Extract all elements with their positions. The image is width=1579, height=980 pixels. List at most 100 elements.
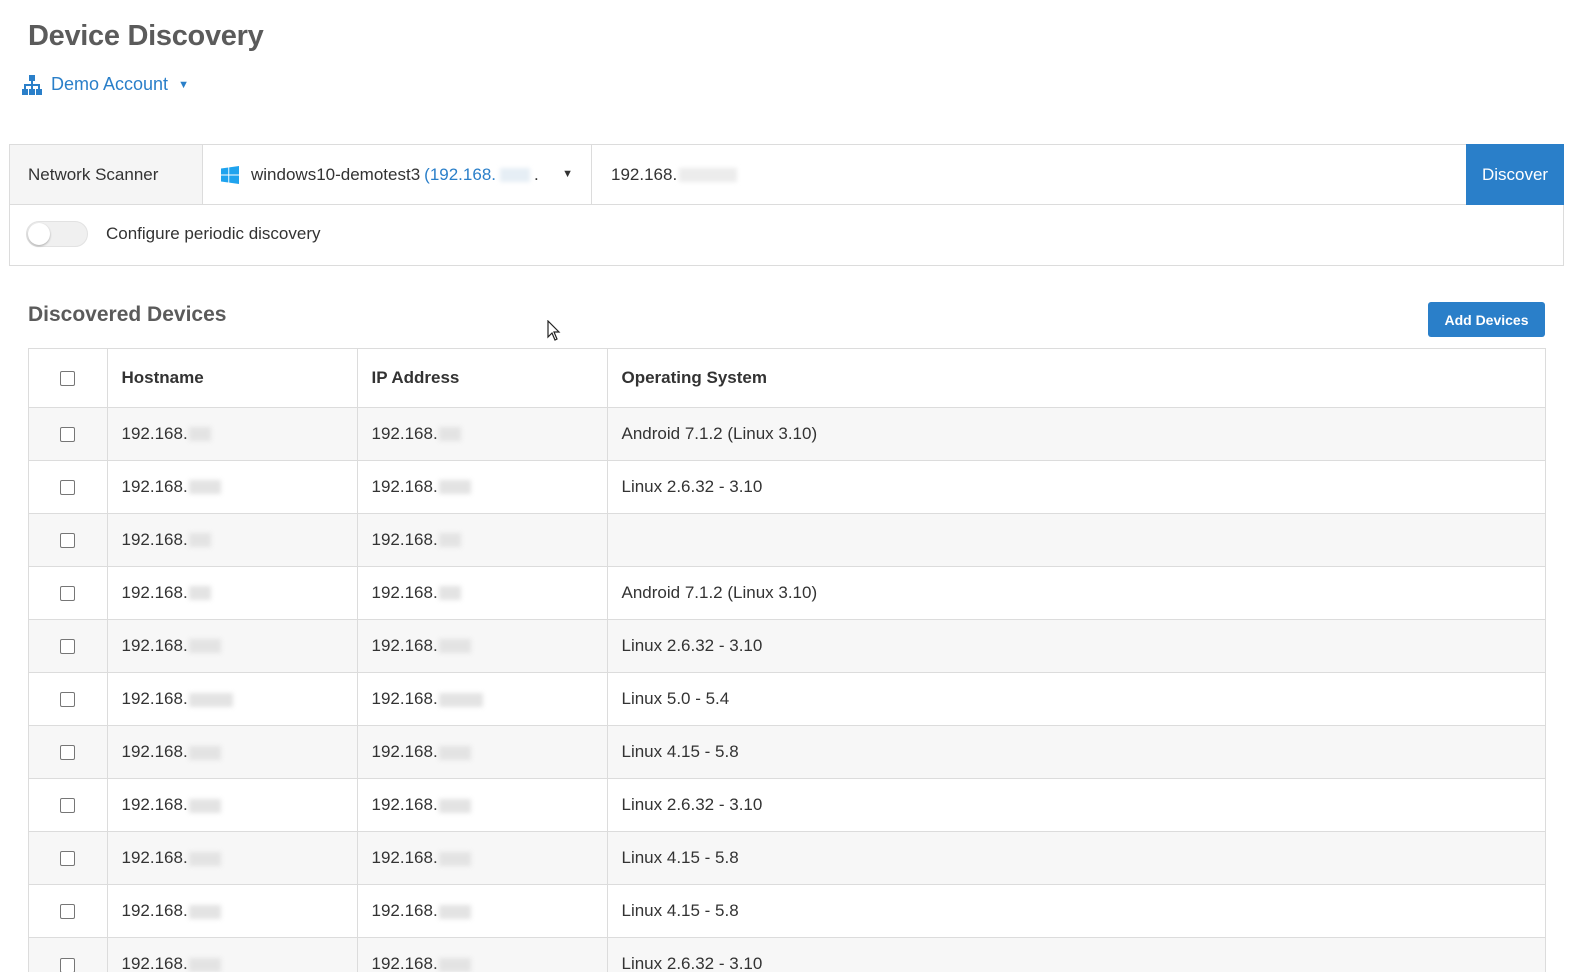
- os-cell: Linux 5.0 - 5.4: [607, 672, 1545, 727]
- table-row[interactable]: 192.168. 192.168. Linux 2.6.32 - 3.10: [29, 619, 1545, 673]
- ip-cell: 192.168.: [357, 884, 608, 939]
- redacted-mask: [438, 586, 461, 601]
- redacted-mask: [438, 958, 471, 972]
- os-cell: Android 7.1.2 (Linux 3.10): [607, 407, 1545, 461]
- ip-cell: 192.168.: [357, 831, 608, 886]
- row-checkbox[interactable]: [60, 692, 76, 708]
- hostname-cell: 192.168.: [107, 778, 358, 833]
- redacted-mask: [438, 427, 461, 442]
- ip-text: 192.168.: [371, 635, 438, 655]
- scanner-label: Network Scanner: [10, 145, 203, 204]
- row-select-cell: [29, 566, 108, 620]
- ip-text: 192.168.: [371, 476, 438, 496]
- agent-select[interactable]: windows10-demotest3 (192.168. . ▼: [203, 145, 592, 204]
- table-row[interactable]: 192.168. 192.168. Android 7.1.2 (Linux 3.1…: [29, 566, 1545, 620]
- ip-cell: 192.168.: [357, 937, 608, 972]
- row-checkbox[interactable]: [60, 479, 76, 495]
- ip-text: 192.168.: [371, 529, 438, 549]
- os-cell: [607, 513, 1545, 567]
- redacted-mask: [438, 798, 471, 813]
- hostname-text: 192.168.: [121, 582, 188, 602]
- os-cell: Linux 4.15 - 5.8: [607, 831, 1545, 886]
- column-ip-address[interactable]: IP Address: [357, 349, 608, 408]
- row-checkbox[interactable]: [60, 426, 76, 442]
- redacted-mask: [438, 533, 461, 548]
- hostname-cell: 192.168.: [107, 407, 358, 461]
- table-row[interactable]: 192.168. 192.168. Linux 4.15 - 5.8: [29, 831, 1545, 886]
- ip-cell: 192.168.: [357, 672, 608, 727]
- hostname-cell: 192.168.: [107, 884, 358, 939]
- redacted-mask: [188, 745, 221, 760]
- ip-range-value: 192.168.: [611, 164, 678, 184]
- hostname-text: 192.168.: [121, 954, 188, 972]
- add-devices-button[interactable]: Add Devices: [1428, 302, 1545, 337]
- scanner-row: Network Scanner windows10-demotest3 (192…: [10, 144, 1564, 205]
- table-row[interactable]: 192.168. 192.168. Linux 2.6.32 - 3.10: [29, 460, 1545, 514]
- periodic-discovery-toggle[interactable]: [26, 221, 88, 247]
- ip-cell: 192.168.: [357, 725, 608, 780]
- windows-icon: [221, 165, 239, 184]
- ip-cell: 192.168.: [357, 778, 608, 833]
- table-row[interactable]: 192.168. 192.168. Linux 2.6.32 - 3.10: [29, 778, 1545, 833]
- row-checkbox[interactable]: [60, 745, 76, 761]
- row-checkbox[interactable]: [60, 904, 76, 920]
- hostname-cell: 192.168.: [107, 619, 358, 673]
- row-select-cell: [29, 513, 108, 567]
- discover-button[interactable]: Discover: [1466, 144, 1564, 205]
- table-row[interactable]: 192.168. 192.168. Linux 4.15 - 5.8: [29, 884, 1545, 939]
- account-selector[interactable]: Demo Account ▼: [21, 74, 189, 95]
- row-select-cell: [29, 778, 108, 833]
- ip-range-input[interactable]: 192.168.: [592, 145, 1466, 204]
- hostname-text: 192.168.: [121, 476, 188, 496]
- caret-down-icon: ▼: [178, 78, 189, 91]
- account-label: Demo Account: [51, 74, 169, 94]
- ip-text: 192.168.: [371, 954, 438, 972]
- column-operating-system[interactable]: Operating System: [607, 349, 1545, 408]
- ip-cell: 192.168.: [357, 513, 608, 567]
- table-row[interactable]: 192.168. 192.168. Linux 5.0 - 5.4: [29, 672, 1545, 727]
- select-all-checkbox[interactable]: [60, 370, 76, 386]
- ip-cell: 192.168.: [357, 407, 608, 461]
- hostname-text: 192.168.: [121, 689, 188, 709]
- row-select-cell: [29, 937, 108, 972]
- hostname-cell: 192.168.: [107, 725, 358, 780]
- mouse-cursor-icon: [547, 320, 561, 341]
- page-title: Device Discovery: [28, 20, 264, 52]
- hostname-text: 192.168.: [121, 848, 188, 868]
- table-row[interactable]: 192.168. 192.168. Android 7.1.2 (Linux 3.1…: [29, 407, 1545, 461]
- hostname-text: 192.168.: [121, 529, 188, 549]
- ip-text: 192.168.: [371, 742, 438, 762]
- row-checkbox[interactable]: [60, 638, 76, 654]
- ip-text: 192.168.: [371, 795, 438, 815]
- chevron-down-icon: ▼: [562, 168, 573, 180]
- ip-cell: 192.168.: [357, 619, 608, 673]
- table-row[interactable]: 192.168. 192.168. Linux 2.6.32 - 3.10: [29, 937, 1545, 972]
- column-hostname[interactable]: Hostname: [107, 349, 358, 408]
- row-checkbox[interactable]: [60, 798, 76, 814]
- hostname-cell: 192.168.: [107, 672, 358, 727]
- os-cell: Linux 2.6.32 - 3.10: [607, 937, 1545, 972]
- os-cell: Linux 4.15 - 5.8: [607, 725, 1545, 780]
- hostname-text: 192.168.: [121, 742, 188, 762]
- hostname-text: 192.168.: [121, 423, 188, 443]
- row-checkbox[interactable]: [60, 957, 76, 972]
- redacted-mask: [438, 904, 471, 919]
- row-checkbox[interactable]: [60, 532, 76, 548]
- row-select-cell: [29, 884, 108, 939]
- redacted-mask: [438, 692, 483, 707]
- row-checkbox[interactable]: [60, 851, 76, 867]
- table-row[interactable]: 192.168. 192.168. Linux 4.15 - 5.8: [29, 725, 1545, 780]
- hostname-text: 192.168.: [121, 635, 188, 655]
- row-checkbox[interactable]: [60, 585, 76, 601]
- row-select-cell: [29, 407, 108, 461]
- ip-text: 192.168.: [371, 689, 438, 709]
- redacted-mask: [188, 480, 221, 495]
- periodic-discovery-row: Configure periodic discovery: [26, 221, 321, 247]
- redacted-mask: [188, 958, 221, 972]
- table-row[interactable]: 192.168. 192.168.: [29, 513, 1545, 567]
- redacted-mask: [500, 167, 530, 182]
- devices-table: Hostname IP Address Operating System 192…: [28, 348, 1546, 972]
- scanner-panel: Network Scanner windows10-demotest3 (192…: [9, 144, 1564, 266]
- os-cell: Android 7.1.2 (Linux 3.10): [607, 566, 1545, 620]
- redacted-mask: [438, 851, 471, 866]
